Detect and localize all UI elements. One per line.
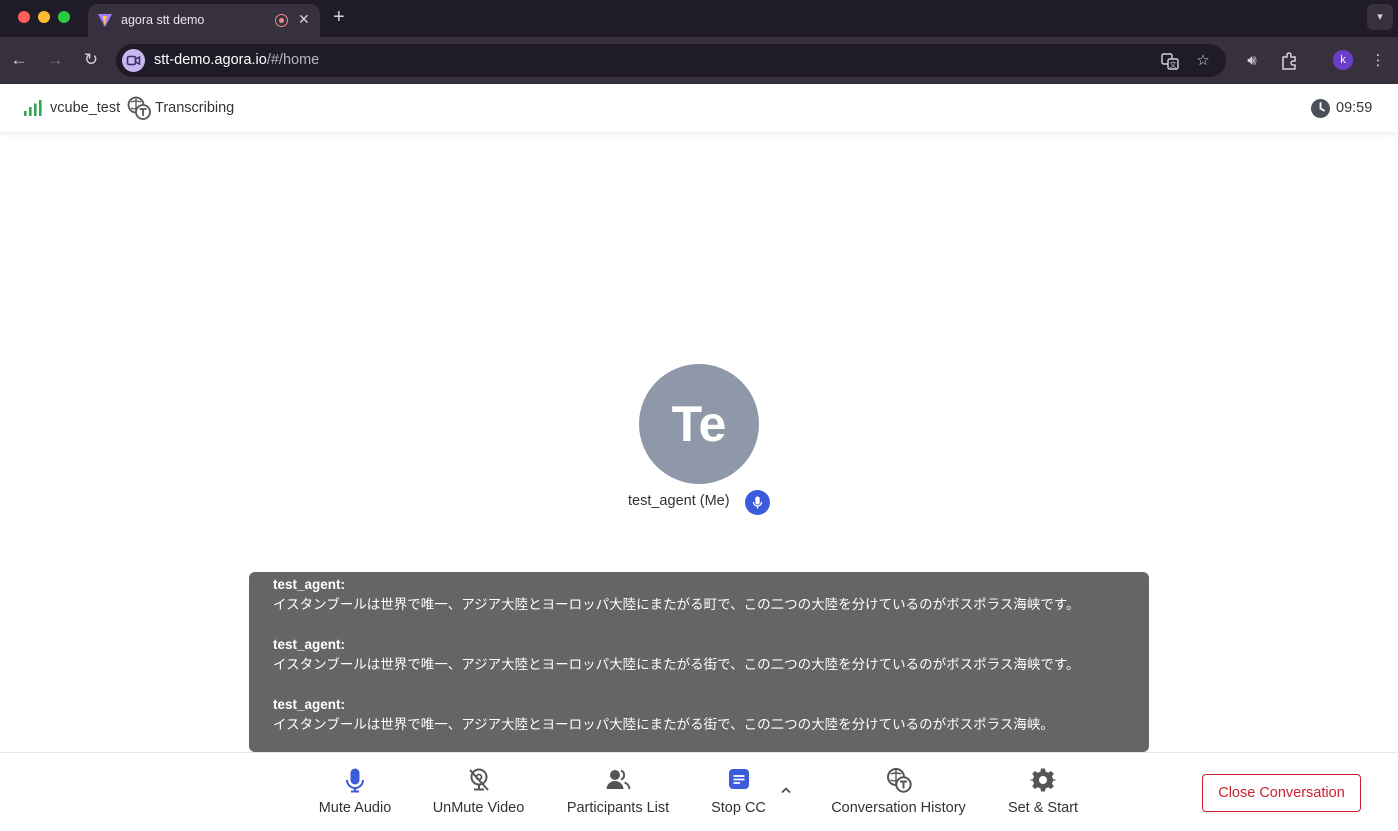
forward-arrow-icon[interactable]: →	[45, 50, 65, 70]
set-start-label: Set & Start	[1007, 800, 1079, 816]
site-camera-icon	[122, 49, 145, 72]
unmute-video-label: UnMute Video	[432, 800, 525, 816]
browser-tab[interactable]: agora stt demo ✕	[88, 4, 320, 37]
conversation-history-label: Conversation History	[831, 800, 966, 816]
participant-avatar: Te	[639, 364, 759, 484]
window-minimize-button[interactable]	[38, 11, 50, 23]
window-close-button[interactable]	[18, 11, 30, 23]
conversation-history-button[interactable]: Conversation History	[830, 767, 967, 816]
participants-icon	[606, 769, 631, 790]
mute-audio-label: Mute Audio	[318, 800, 392, 816]
network-signal-icon	[24, 100, 42, 116]
captions-icon	[728, 769, 749, 789]
browser-tab-strip: agora stt demo ✕ + ▾	[0, 0, 1398, 37]
caption-speaker: test_agent:	[273, 577, 346, 592]
extensions-icon[interactable]	[1278, 50, 1300, 72]
tab-title: agora stt demo	[121, 13, 205, 27]
mute-audio-button[interactable]: Mute Audio	[317, 767, 393, 816]
camera-off-icon	[468, 768, 489, 791]
transcribing-status: Transcribing	[155, 100, 235, 116]
participant-name: test_agent (Me)	[628, 493, 730, 509]
window-maximize-button[interactable]	[58, 11, 70, 23]
new-tab-button[interactable]: +	[333, 6, 345, 29]
clock-icon	[1311, 99, 1330, 118]
translate-icon[interactable]: 文	[1160, 51, 1180, 71]
tab-search-chevron-icon[interactable]: ▾	[1367, 4, 1393, 30]
profile-avatar[interactable]: k	[1333, 50, 1353, 70]
caption-item: test_agent: イスタンブールは世界で唯一、アジア大陸とヨーロッパ大陸に…	[273, 695, 1125, 735]
app-header: vcube_test Transcribing 09:59	[0, 84, 1398, 132]
mic-active-icon	[745, 490, 770, 515]
kebab-menu-icon[interactable]: ⋮	[1367, 50, 1389, 72]
set-start-button[interactable]: Set & Start	[1005, 767, 1081, 816]
stop-cc-button[interactable]: Stop CC	[710, 767, 767, 816]
back-arrow-icon[interactable]: ←	[9, 50, 29, 70]
caption-item: test_agent: イスタンブールは世界で唯一、アジア大陸とヨーロッパ大陸に…	[273, 635, 1125, 675]
caption-speaker: test_agent:	[273, 637, 346, 652]
captions-panel: test_agent: イスタンブールは世界で唯一、アジア大陸とヨーロッパ大陸に…	[249, 572, 1149, 752]
channel-name: vcube_test	[50, 100, 121, 116]
caption-item: test_agent: イスタンブールは世界で唯一、アジア大陸とヨーロッパ大陸に…	[273, 575, 1125, 615]
recording-indicator-icon	[275, 14, 288, 27]
caption-text: イスタンブールは世界で唯一、アジア大陸とヨーロッパ大陸にまたがる街で、この二つの…	[273, 657, 1080, 672]
browser-toolbar: ← → ↻ stt-demo.agora.io/#/home 文 ☆ 🔊︎ ⋮	[0, 37, 1398, 84]
call-timer: 09:59	[1336, 100, 1373, 116]
reload-icon[interactable]: ↻	[81, 50, 101, 70]
url-text: stt-demo.agora.io/#/home	[154, 52, 320, 68]
control-bar: Mute Audio UnMute Video Participants Lis…	[0, 752, 1398, 831]
bookmark-star-icon[interactable]: ☆	[1193, 51, 1213, 71]
stop-cc-label: Stop CC	[711, 800, 766, 816]
participants-list-button[interactable]: Participants List	[564, 767, 672, 816]
address-bar[interactable]: stt-demo.agora.io/#/home 文 ☆	[116, 44, 1226, 77]
close-conversation-button[interactable]: Close Conversation	[1202, 774, 1361, 812]
caption-speaker: test_agent:	[273, 697, 346, 712]
caption-text: イスタンブールは世界で唯一、アジア大陸とヨーロッパ大陸にまたがる街で、この二つの…	[273, 717, 1054, 732]
microphone-icon	[346, 768, 364, 793]
unmute-video-button[interactable]: UnMute Video	[432, 767, 525, 816]
caption-text: イスタンブールは世界で唯一、アジア大陸とヨーロッパ大陸にまたがる町で、この二つの…	[273, 597, 1080, 612]
audio-playing-icon[interactable]: 🔊︎	[1241, 50, 1263, 72]
participants-list-label: Participants List	[566, 800, 670, 816]
chevron-up-icon[interactable]	[779, 783, 793, 797]
gear-icon	[1030, 768, 1056, 792]
vite-favicon-icon	[98, 14, 112, 27]
transcribing-icon	[127, 96, 151, 120]
tab-close-icon[interactable]: ✕	[298, 11, 310, 28]
transcribe-history-icon	[886, 768, 912, 793]
svg-text:文: 文	[1170, 60, 1177, 69]
